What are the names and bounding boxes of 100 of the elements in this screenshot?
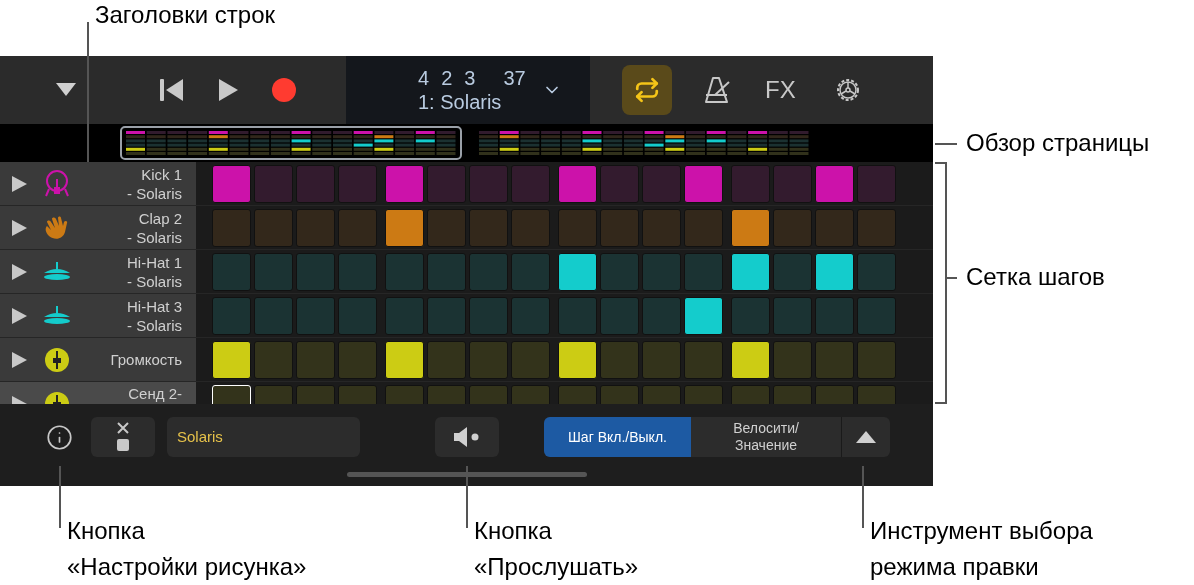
row-header[interactable]: Сенд 2- (0, 382, 196, 404)
step-cell[interactable] (511, 208, 550, 247)
step-cell[interactable] (600, 340, 639, 379)
step-cell[interactable] (857, 164, 896, 203)
step-cell[interactable] (773, 296, 812, 335)
record-button[interactable] (272, 78, 296, 102)
step-cell[interactable] (558, 252, 597, 291)
step-cell[interactable] (212, 164, 251, 203)
step-cell[interactable] (773, 208, 812, 247)
step-cell[interactable] (469, 296, 508, 335)
loop-button[interactable] (622, 65, 672, 115)
step-cell[interactable] (254, 164, 293, 203)
row-header[interactable]: Kick 1 - Solaris (0, 162, 196, 205)
step-cell[interactable] (600, 252, 639, 291)
step-cell[interactable] (558, 296, 597, 335)
step-cell[interactable] (815, 340, 854, 379)
step-cell[interactable] (857, 296, 896, 335)
mode-segment[interactable]: Шаг Вкл./Выкл. (544, 417, 691, 457)
step-cell[interactable] (773, 164, 812, 203)
step-cell[interactable] (815, 208, 854, 247)
step-cell[interactable] (427, 340, 466, 379)
step-cell[interactable] (857, 208, 896, 247)
step-cell[interactable] (642, 252, 681, 291)
step-cell[interactable] (558, 340, 597, 379)
delete-button[interactable] (91, 417, 155, 457)
step-cell[interactable] (296, 252, 335, 291)
step-cell[interactable] (212, 208, 251, 247)
step-cell[interactable] (600, 208, 639, 247)
step-cell[interactable] (254, 340, 293, 379)
step-cell[interactable] (296, 340, 335, 379)
step-cell[interactable] (338, 164, 377, 203)
fx-button[interactable]: FX (765, 76, 796, 104)
step-cell[interactable] (338, 208, 377, 247)
step-cell[interactable] (815, 296, 854, 335)
step-cell[interactable] (254, 252, 293, 291)
step-cell[interactable] (731, 164, 770, 203)
step-cell[interactable] (511, 296, 550, 335)
step-cell[interactable] (684, 164, 723, 203)
step-cell[interactable] (469, 208, 508, 247)
step-cell[interactable] (427, 296, 466, 335)
mode-segment[interactable]: Велосити/ Значение (691, 417, 841, 457)
step-cell[interactable] (296, 164, 335, 203)
step-cell[interactable] (338, 340, 377, 379)
step-cell[interactable] (600, 296, 639, 335)
step-cell[interactable] (684, 340, 723, 379)
pattern-name-field[interactable]: Solaris (167, 417, 360, 457)
step-cell[interactable] (511, 252, 550, 291)
step-cell[interactable] (212, 252, 251, 291)
step-cell[interactable] (511, 340, 550, 379)
step-cell[interactable] (642, 340, 681, 379)
step-cell[interactable] (642, 296, 681, 335)
step-cell[interactable] (731, 296, 770, 335)
metronome-icon[interactable] (703, 76, 731, 104)
step-cell[interactable] (296, 208, 335, 247)
dropdown-triangle-icon[interactable] (56, 83, 76, 97)
step-cell[interactable] (558, 164, 597, 203)
play-icon[interactable] (218, 79, 238, 101)
step-cell[interactable] (857, 252, 896, 291)
step-cell[interactable] (427, 208, 466, 247)
step-cell[interactable] (212, 340, 251, 379)
play-icon[interactable] (12, 307, 27, 324)
step-cell[interactable] (385, 164, 424, 203)
step-cell[interactable] (254, 208, 293, 247)
play-icon[interactable] (12, 263, 27, 280)
play-icon[interactable] (12, 351, 27, 368)
row-header[interactable]: Громкость (0, 338, 196, 381)
row-header[interactable]: Hi-Hat 3 - Solaris (0, 294, 196, 337)
skip-back-icon[interactable] (160, 79, 184, 101)
step-cell[interactable] (469, 164, 508, 203)
step-cell[interactable] (642, 208, 681, 247)
step-cell[interactable] (338, 252, 377, 291)
info-icon[interactable] (46, 424, 73, 451)
page-thumbnail[interactable] (122, 128, 460, 158)
step-cell[interactable] (254, 296, 293, 335)
step-cell[interactable] (815, 164, 854, 203)
step-cell[interactable] (600, 164, 639, 203)
step-cell[interactable] (684, 208, 723, 247)
step-cell[interactable] (773, 340, 812, 379)
row-header[interactable]: Clap 2 - Solaris (0, 206, 196, 249)
step-cell[interactable] (731, 208, 770, 247)
step-cell[interactable] (815, 252, 854, 291)
step-cell[interactable] (469, 252, 508, 291)
step-cell[interactable] (857, 340, 896, 379)
step-cell[interactable] (212, 296, 251, 335)
step-cell[interactable] (731, 252, 770, 291)
step-cell[interactable] (558, 208, 597, 247)
step-cell[interactable] (427, 164, 466, 203)
step-cell[interactable] (684, 252, 723, 291)
step-cell[interactable] (511, 164, 550, 203)
step-cell[interactable] (385, 252, 424, 291)
play-icon[interactable] (12, 175, 27, 192)
step-cell[interactable] (385, 340, 424, 379)
step-cell[interactable] (642, 164, 681, 203)
step-cell[interactable] (469, 340, 508, 379)
preview-button[interactable] (435, 417, 499, 457)
step-cell[interactable] (385, 296, 424, 335)
step-cell[interactable] (684, 296, 723, 335)
step-cell[interactable] (296, 296, 335, 335)
play-icon[interactable] (12, 219, 27, 236)
row-header[interactable]: Hi-Hat 1 - Solaris (0, 250, 196, 293)
